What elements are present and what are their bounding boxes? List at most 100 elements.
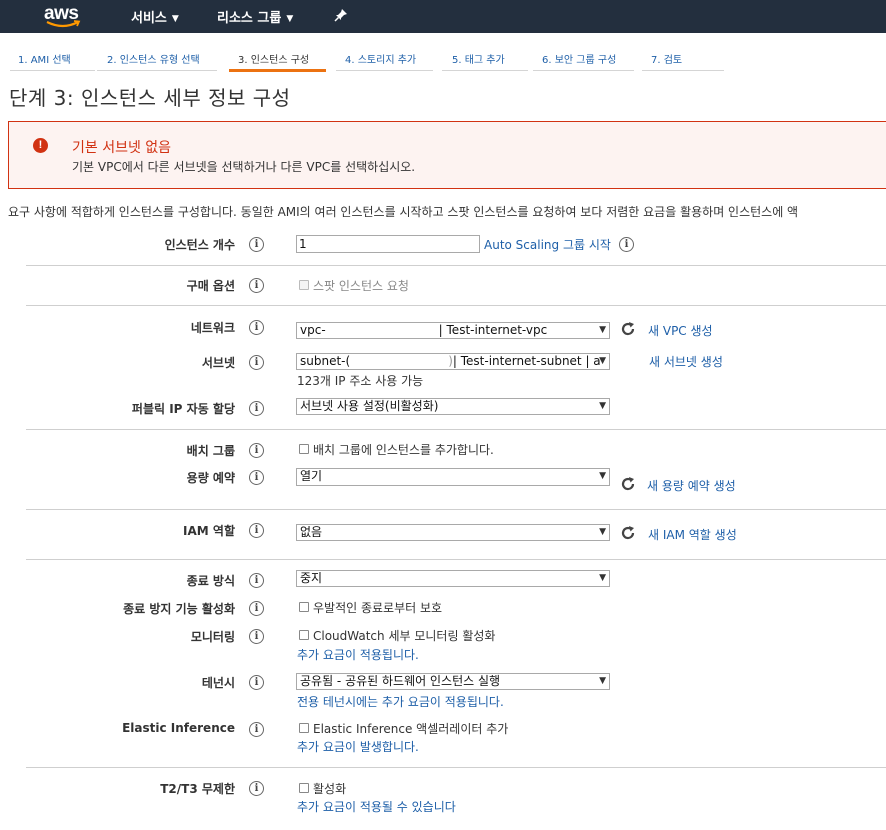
- info-icon[interactable]: i: [249, 470, 264, 485]
- placement-group-checkbox[interactable]: [299, 444, 309, 454]
- subnet-value-suffix: | Test-internet-subnet | a: [452, 354, 601, 368]
- placement-group-checkbox-label: 배치 그룹에 인스턴스를 추가합니다.: [313, 443, 494, 457]
- public-ip-value: 서브넷 사용 설정(비활성화): [300, 399, 439, 413]
- step-ami[interactable]: 1. AMI 선택: [10, 44, 95, 71]
- create-iam-role-link[interactable]: 새 IAM 역할 생성: [648, 526, 737, 543]
- chevron-down-icon: ▼: [171, 14, 179, 24]
- iam-role-value: 없음: [300, 525, 323, 539]
- tenancy-value: 공유됨 - 공유된 하드웨어 인스턴스 실행: [300, 674, 501, 688]
- alert-title: 기본 서브넷 없음: [72, 140, 172, 156]
- dropdown-arrow-icon: ▼: [599, 471, 606, 481]
- info-icon[interactable]: i: [249, 278, 264, 293]
- refresh-icon[interactable]: [620, 525, 636, 541]
- monitoring-checkbox[interactable]: [299, 630, 309, 640]
- monitoring-pricing-link[interactable]: 추가 요금이 적용됩니다.: [297, 646, 419, 663]
- divider: [26, 559, 886, 560]
- public-ip-label: 퍼블릭 IP 자동 할당: [131, 402, 235, 416]
- capacity-reservation-label: 용량 예약: [186, 471, 235, 485]
- placement-group-label: 배치 그룹: [186, 444, 235, 458]
- auto-scaling-link[interactable]: Auto Scaling 그룹 시작: [484, 236, 611, 253]
- info-icon[interactable]: i: [249, 401, 264, 416]
- refresh-icon[interactable]: [620, 476, 636, 492]
- step-review[interactable]: 7. 검토: [642, 44, 724, 71]
- top-navigation: aws 서비스 ▼ 리소스 그룹 ▼: [0, 0, 886, 33]
- shutdown-behavior-value: 중지: [300, 571, 323, 585]
- capacity-reservation-select[interactable]: 열기 ▼: [296, 468, 610, 486]
- create-capacity-reservation-link[interactable]: 새 용량 예약 생성: [647, 477, 736, 494]
- subnet-select[interactable]: subnet-()| Test-internet-subnet | a ▼: [296, 353, 610, 370]
- pin-icon[interactable]: [334, 8, 348, 22]
- step-instance-type[interactable]: 2. 인스턴스 유형 선택: [97, 44, 217, 71]
- network-label: 네트워크: [190, 321, 235, 335]
- spot-instance-label: 스팟 인스턴스 요청: [313, 279, 409, 293]
- info-icon[interactable]: i: [619, 237, 634, 252]
- elastic-inference-checkbox-label: Elastic Inference 액셀러레이터 추가: [313, 722, 509, 736]
- step-security-group[interactable]: 6. 보안 그룹 구성: [533, 44, 634, 71]
- step-configure-instance[interactable]: 3. 인스턴스 구성: [229, 44, 326, 72]
- services-menu[interactable]: 서비스 ▼: [131, 7, 179, 26]
- dropdown-arrow-icon: ▼: [599, 527, 606, 537]
- shutdown-behavior-label: 종료 방식: [186, 574, 235, 588]
- t2t3-unlimited-checkbox[interactable]: [299, 783, 309, 793]
- t2t3-pricing-link[interactable]: 추가 요금이 적용될 수 있습니다: [297, 798, 456, 815]
- elastic-inference-pricing-link[interactable]: 추가 요금이 발생합니다.: [297, 738, 419, 755]
- subnet-label: 서브넷: [201, 356, 235, 370]
- iam-role-label: IAM 역할: [183, 524, 235, 538]
- dropdown-arrow-icon: ▼: [599, 676, 606, 686]
- resource-groups-menu[interactable]: 리소스 그룹 ▼: [217, 7, 293, 26]
- iam-role-select[interactable]: 없음 ▼: [296, 524, 610, 541]
- dropdown-arrow-icon: ▼: [599, 356, 606, 366]
- page-title: 단계 3: 인스턴스 세부 정보 구성: [9, 86, 291, 110]
- create-vpc-link[interactable]: 새 VPC 생성: [648, 322, 713, 339]
- dropdown-arrow-icon: ▼: [599, 325, 606, 335]
- network-select[interactable]: vpc- | Test-internet-vpc ▼: [296, 322, 610, 339]
- redacted-subnet-id: [350, 355, 448, 365]
- dedicated-tenancy-pricing-link[interactable]: 전용 테넌시에는 추가 요금이 적용됩니다.: [297, 693, 504, 710]
- error-alert: ! 기본 서브넷 없음 기본 VPC에서 다른 서브넷을 선택하거나 다른 VP…: [8, 121, 886, 189]
- termination-protection-checkbox-label: 우발적인 종료로부터 보호: [313, 601, 443, 615]
- instance-count-label: 인스턴스 개수: [164, 238, 235, 252]
- info-icon[interactable]: i: [249, 355, 264, 370]
- step-add-storage[interactable]: 4. 스토리지 추가: [336, 44, 433, 71]
- info-icon[interactable]: i: [249, 722, 264, 737]
- network-value-suffix: | Test-internet-vpc: [438, 323, 548, 337]
- info-icon[interactable]: i: [249, 629, 264, 644]
- subnet-value-prefix: subnet-(: [300, 354, 351, 368]
- termination-protection-label: 종료 방지 기능 활성화: [123, 602, 235, 616]
- tenancy-select[interactable]: 공유됨 - 공유된 하드웨어 인스턴스 실행 ▼: [296, 673, 610, 690]
- info-icon[interactable]: i: [249, 601, 264, 616]
- divider: [26, 767, 886, 768]
- public-ip-select[interactable]: 서브넷 사용 설정(비활성화) ▼: [296, 398, 610, 415]
- tenancy-label: 테넌시: [201, 676, 235, 690]
- termination-protection-checkbox[interactable]: [299, 602, 309, 612]
- info-icon[interactable]: i: [249, 237, 264, 252]
- t2t3-unlimited-checkbox-label: 활성화: [313, 782, 347, 796]
- step-add-tags[interactable]: 5. 태그 추가: [442, 44, 528, 71]
- divider: [26, 265, 886, 266]
- info-icon[interactable]: i: [249, 523, 264, 538]
- elastic-inference-checkbox[interactable]: [299, 723, 309, 733]
- info-icon[interactable]: i: [249, 320, 264, 335]
- refresh-icon[interactable]: [620, 321, 636, 337]
- elastic-inference-label: Elastic Inference: [122, 721, 235, 735]
- shutdown-behavior-select[interactable]: 중지 ▼: [296, 570, 610, 587]
- aws-logo[interactable]: aws: [44, 3, 84, 30]
- spot-instance-checkbox[interactable]: [299, 280, 309, 290]
- info-icon[interactable]: i: [249, 675, 264, 690]
- create-subnet-link[interactable]: 새 서브넷 생성: [649, 353, 723, 370]
- purchase-option-label: 구매 옵션: [186, 279, 235, 293]
- instance-count-input[interactable]: 1: [296, 235, 480, 253]
- info-icon[interactable]: i: [249, 573, 264, 588]
- divider: [26, 305, 886, 306]
- info-icon[interactable]: i: [249, 443, 264, 458]
- redacted-vpc-id: [325, 324, 439, 334]
- available-ip-count: 123개 IP 주소 사용 가능: [297, 374, 424, 388]
- t2t3-unlimited-label: T2/T3 무제한: [160, 782, 235, 796]
- info-icon[interactable]: i: [249, 781, 264, 796]
- alert-message: 기본 VPC에서 다른 서브넷을 선택하거나 다른 VPC를 선택하십시오.: [72, 160, 416, 174]
- wizard-steps: 1. AMI 선택 2. 인스턴스 유형 선택 3. 인스턴스 구성 4. 스토…: [0, 44, 886, 72]
- monitoring-label: 모니터링: [190, 630, 235, 644]
- resource-groups-label: 리소스 그룹: [217, 11, 282, 26]
- error-icon: !: [33, 138, 48, 153]
- aws-smile-icon: [46, 20, 81, 28]
